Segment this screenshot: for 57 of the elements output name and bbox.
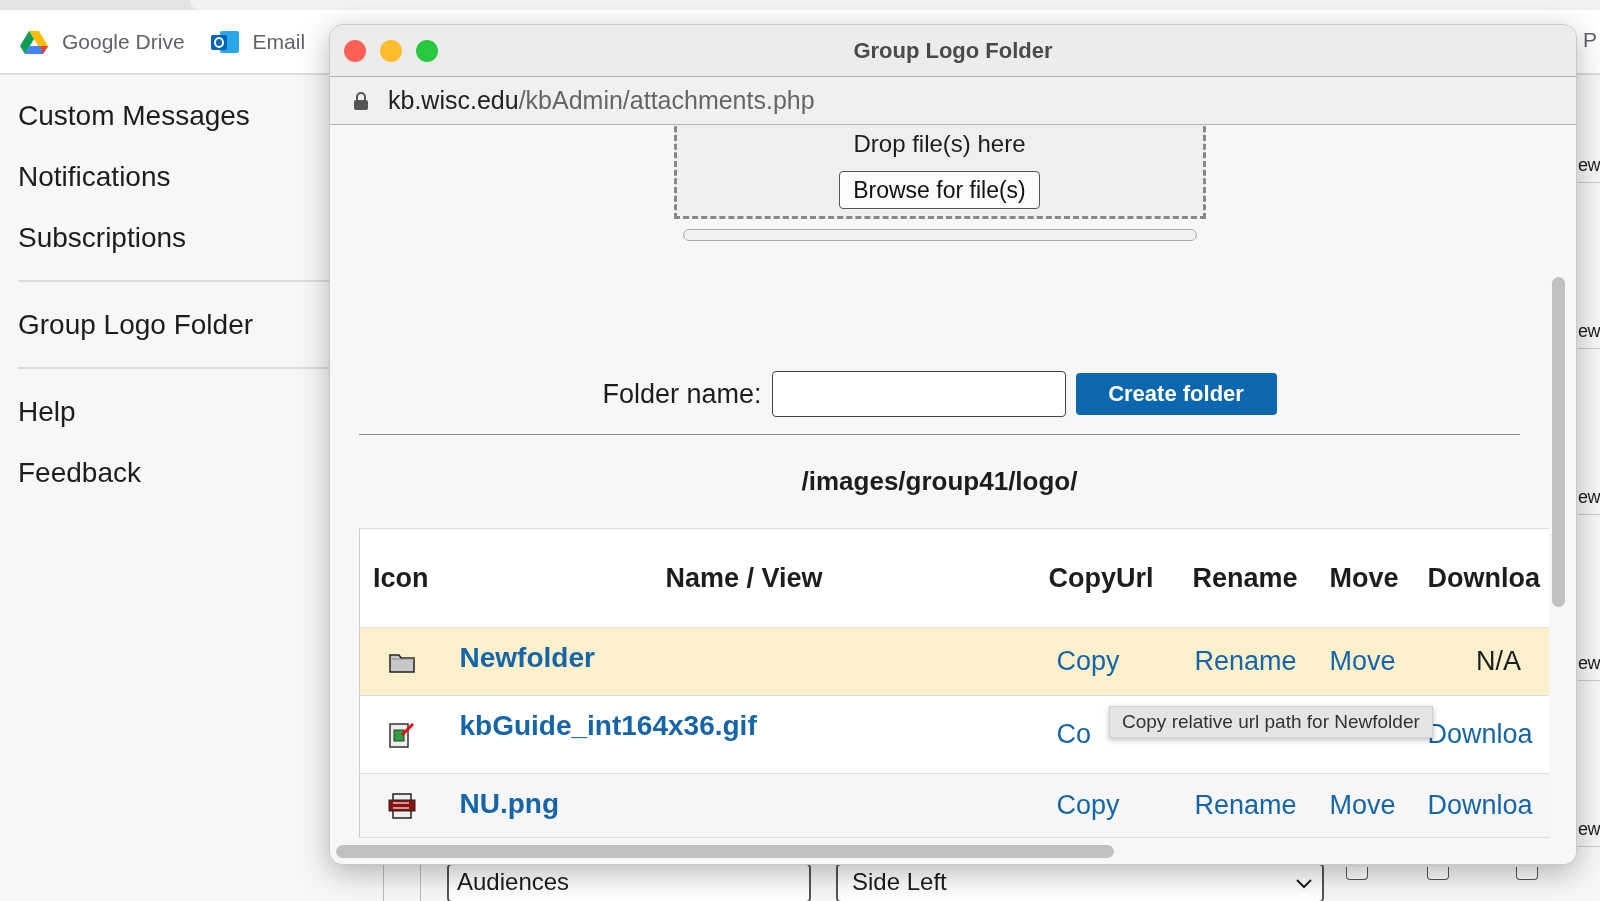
drop-hint: Drop file(s) here — [853, 129, 1026, 159]
column-header: Icon — [373, 563, 429, 593]
column-header: Rename — [1192, 563, 1298, 593]
table-link[interactable]: ew — [1578, 480, 1600, 515]
download-text: N/A — [1475, 646, 1522, 678]
rename-link[interactable]: Rename — [1194, 646, 1297, 677]
position-select[interactable]: Side Left — [836, 863, 1324, 901]
bookmark-link[interactable]: Google Drive — [20, 29, 185, 54]
move-link[interactable]: Move — [1329, 790, 1396, 821]
create-folder-button[interactable]: Create folder — [1075, 373, 1277, 416]
image-file-icon — [388, 721, 416, 749]
copy-link[interactable]: Copy — [1056, 646, 1120, 677]
column-header: Name / View — [665, 563, 823, 593]
folder-name-field[interactable] — [771, 371, 1066, 418]
sidebar-item[interactable]: Subscriptions — [0, 207, 329, 268]
sidebar-item[interactable]: Notifications — [0, 146, 329, 207]
sidebar-item[interactable]: Help — [0, 381, 329, 442]
sidebar-item[interactable]: Group Logo Folder — [0, 294, 329, 355]
column-header: CopyUrl — [1048, 563, 1154, 593]
lock-icon — [354, 91, 368, 110]
window-title: Group Logo Folder — [853, 37, 1053, 64]
rename-link[interactable]: Rename — [1194, 790, 1297, 821]
copy-link[interactable]: Copy — [1056, 790, 1120, 821]
audiences-field[interactable]: Audiences — [447, 863, 811, 901]
file-link[interactable]: NU.png — [459, 788, 560, 820]
table-link[interactable]: ew — [1578, 148, 1600, 183]
table-link[interactable]: ew — [1578, 812, 1600, 847]
bookmark-link[interactable]: P — [1583, 28, 1597, 52]
url-text: kb.wisc.edu/kbAdmin/attachments.php — [388, 86, 815, 115]
browse-button[interactable]: Browse for file(s) — [839, 171, 1040, 209]
table-link[interactable]: ew — [1578, 646, 1600, 681]
download-link[interactable]: Downloa — [1427, 790, 1533, 821]
column-header: Downloa — [1427, 563, 1540, 593]
scrollbar[interactable] — [1552, 277, 1565, 607]
bookmark-link[interactable]: Email — [210, 29, 306, 54]
image-file-icon — [388, 792, 416, 820]
minimize-button[interactable] — [380, 40, 402, 62]
mail-icon — [210, 29, 239, 54]
file-link[interactable]: Newfolder — [459, 642, 595, 674]
scrollbar[interactable] — [336, 845, 1114, 858]
checkbox[interactable] — [1516, 867, 1538, 880]
tooltip: Copy relative url path for Newfolder — [1109, 706, 1433, 738]
column-header: Move — [1329, 563, 1399, 593]
zoom-button[interactable] — [416, 40, 438, 62]
close-button[interactable] — [344, 40, 366, 62]
sidebar-item[interactable]: Feedback — [0, 442, 329, 503]
table-link[interactable]: ew — [1578, 314, 1600, 349]
chevron-icon — [1296, 879, 1312, 889]
checkbox[interactable] — [1427, 867, 1449, 880]
checkbox[interactable] — [1346, 867, 1368, 880]
sidebar-item[interactable]: Custom Messages — [0, 85, 329, 146]
copy-link[interactable]: Co — [1056, 719, 1091, 750]
file-link[interactable]: kbGuide_int164x36.gif — [459, 710, 757, 742]
drive-icon — [20, 29, 48, 54]
folder-path: /images/group41/logo/ — [801, 465, 1078, 499]
move-link[interactable]: Move — [1329, 646, 1396, 677]
field-label: Folder name: — [602, 378, 762, 410]
